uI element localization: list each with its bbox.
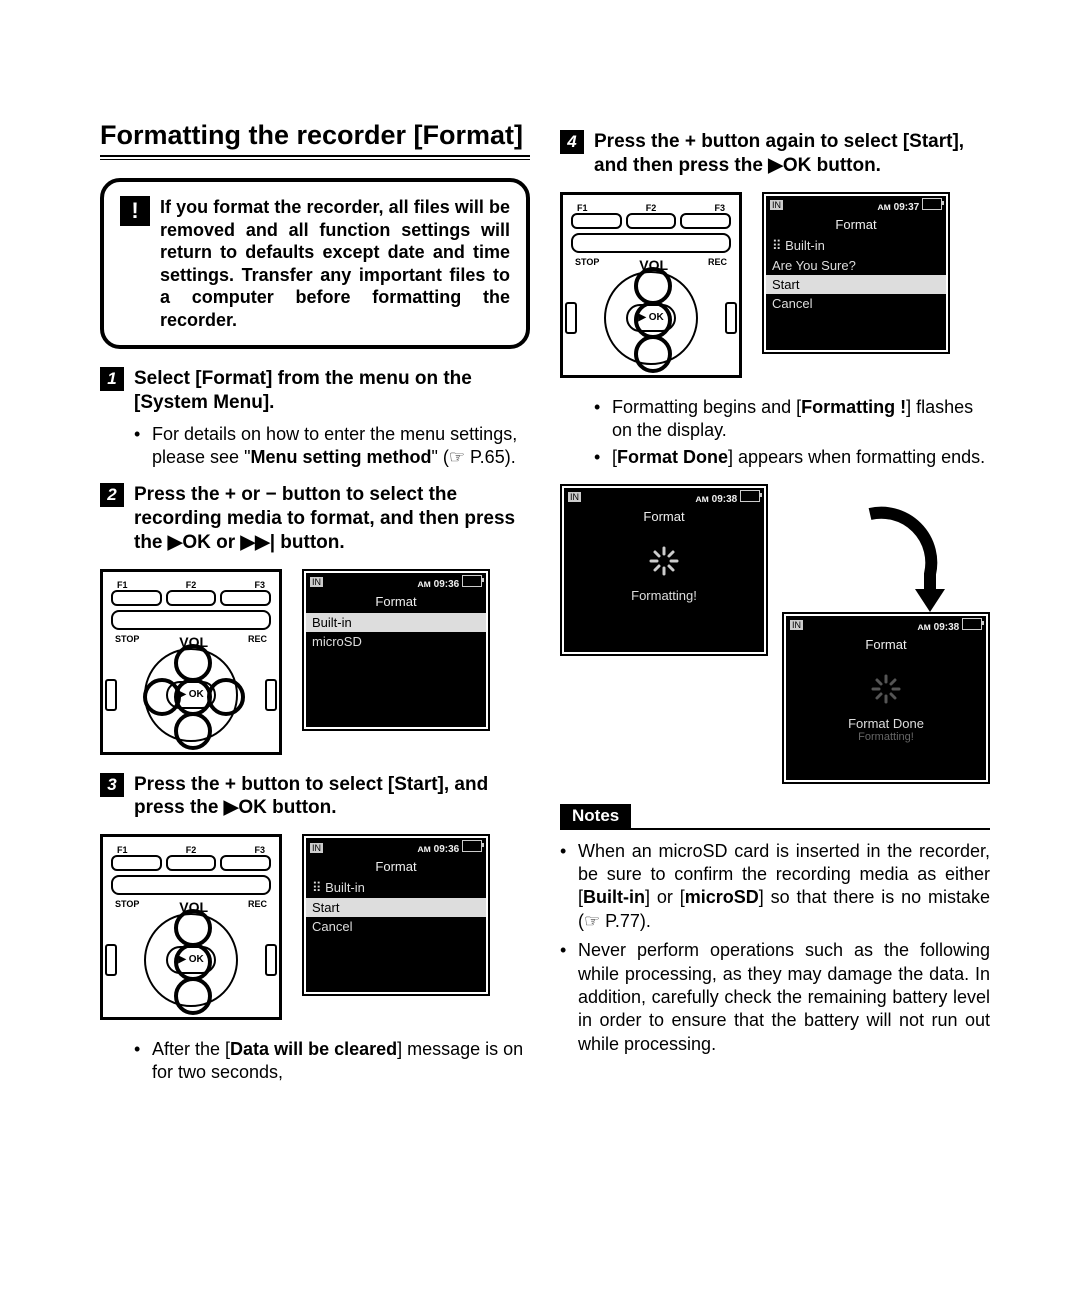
step-num-4: 4 (560, 130, 584, 154)
notes-header: Notes (560, 804, 990, 830)
circle-down-icon (174, 977, 212, 1015)
warning-box: ! If you format the recorder, all files … (100, 178, 530, 349)
device-panel-a: F1 F2 F3 STOP VOL REC (100, 569, 282, 755)
circle-up-icon (634, 267, 672, 305)
step-1-bullets: For details on how to enter the menu set… (134, 423, 530, 470)
step-4: 4 Press the + button again to select [St… (560, 130, 990, 178)
step-4-bullets: Formatting begins and [Formatting !] fla… (594, 396, 990, 470)
circle-down-icon (634, 335, 672, 373)
step-3: 3 Press the + button to select [Start], … (100, 773, 530, 821)
f1-button[interactable] (111, 590, 162, 606)
device-panel-c: F1 F2 F3 STOP VOL REC (560, 192, 742, 378)
step-3-bullets: After the [Data will be cleared] message… (134, 1038, 530, 1085)
step-3-text: Press the + button to select [Start], an… (134, 773, 530, 821)
step-num-1: 1 (100, 367, 124, 391)
warning-text: If you format the recorder, all files wi… (160, 196, 510, 331)
f3-button[interactable] (220, 590, 271, 606)
spinner-icon (564, 528, 764, 582)
battery-icon (740, 490, 760, 502)
device-panel-b: F1 F2 F3 STOP VOL REC (100, 834, 282, 1020)
list-item: Start (766, 275, 946, 294)
figure-row-c: F1 F2 F3 STOP VOL REC (560, 192, 990, 378)
arrow-icon (850, 494, 960, 624)
lcd-screen-b: IN ᴀᴍ 09:36 Format ⠿ Built-in Start Canc… (302, 834, 490, 996)
circle-down-icon (174, 712, 212, 750)
rec-button[interactable] (265, 679, 277, 711)
notes-list: When an microSD card is inserted in the … (560, 840, 990, 1057)
step-num-2: 2 (100, 483, 124, 507)
fwd-icon: ▶▶ (240, 532, 269, 553)
play-icon: ▶ (168, 532, 183, 553)
list-item: Start (306, 898, 486, 917)
step-2-text: Press the + or − button to select the re… (134, 483, 530, 554)
list-item: microSD (306, 632, 486, 651)
list-item: Built-in (306, 613, 486, 632)
circle-ok-icon (634, 301, 672, 339)
battery-icon (462, 575, 482, 587)
battery-icon (462, 840, 482, 852)
battery-icon (962, 618, 982, 630)
list-item: Cancel (766, 294, 946, 313)
play-icon: ▶ (224, 797, 239, 818)
step-4-text: Press the + button again to select [Star… (594, 130, 990, 178)
title-rule (100, 155, 530, 160)
exclamation-icon: ! (120, 196, 150, 226)
page-title: Formatting the recorder [Format] (100, 120, 530, 151)
step-1-text: Select [Format] from the menu on the [Sy… (134, 367, 530, 415)
lcd-sequence: IN ᴀᴍ 09:38 Format (560, 484, 990, 784)
note-item: When an microSD card is inserted in the … (560, 840, 990, 934)
circle-right-icon (207, 678, 245, 716)
spinner-icon (786, 656, 986, 710)
circle-ok-icon (174, 943, 212, 981)
step-num-3: 3 (100, 773, 124, 797)
list-item: Cancel (306, 917, 486, 936)
figure-row-b: F1 F2 F3 STOP VOL REC (100, 834, 530, 1020)
battery-icon (922, 198, 942, 210)
lcd-screen-e: IN ᴀᴍ 09:38 Format (782, 612, 990, 784)
lcd-screen-a: IN ᴀᴍ 09:36 Format Built-in microSD (302, 569, 490, 731)
notes-label: Notes (560, 804, 631, 828)
f2-button[interactable] (166, 590, 217, 606)
lcd-screen-c: IN ᴀᴍ 09:37 Format ⠿ Built-in Are You Su… (762, 192, 950, 354)
note-item: Never perform operations such as the fol… (560, 939, 990, 1056)
step-1: 1 Select [Format] from the menu on the [… (100, 367, 530, 415)
lcd-screen-d: IN ᴀᴍ 09:38 Format (560, 484, 768, 656)
step-2: 2 Press the + or − button to select the … (100, 483, 530, 554)
play-icon: ▶ (768, 155, 783, 176)
circle-ok-icon (174, 678, 212, 716)
figure-row-a: F1 F2 F3 STOP VOL REC (100, 569, 530, 755)
circle-up-icon (174, 644, 212, 682)
circle-up-icon (174, 909, 212, 947)
display-button[interactable] (111, 610, 271, 630)
stop-button[interactable] (105, 679, 117, 711)
